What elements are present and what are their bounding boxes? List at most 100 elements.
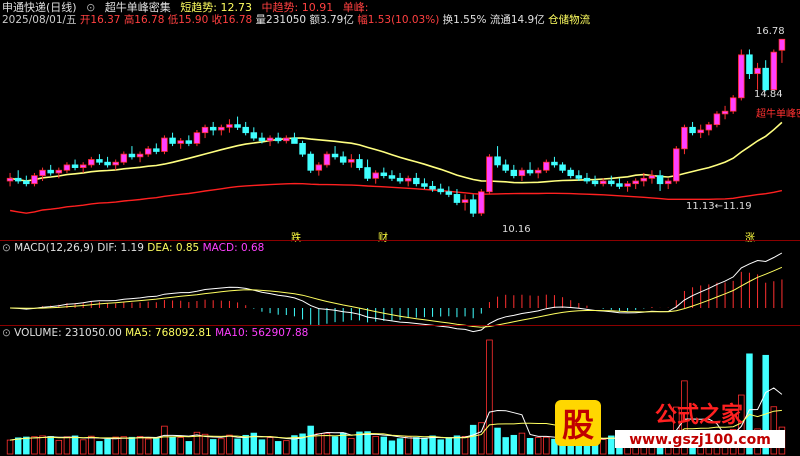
- volume-bar: [218, 438, 225, 455]
- quote-open: 开16.37: [79, 14, 121, 26]
- logo-graphic: 股 公式之家 www.gszj100.com: [555, 400, 785, 448]
- logo-title: 公式之家: [655, 402, 744, 428]
- volume-bar: [258, 439, 266, 455]
- candle-body: [258, 137, 266, 142]
- panel-divider: [0, 325, 800, 326]
- candle-body: [104, 161, 111, 166]
- macd-label[interactable]: MACD(12,26,9): [14, 242, 94, 254]
- volume-bar: [356, 431, 363, 455]
- high-price-label: 16.78: [756, 26, 785, 37]
- candle-body: [128, 153, 136, 158]
- candle-body: [681, 126, 688, 150]
- candle-body: [14, 177, 22, 182]
- volume-bar: [372, 436, 379, 455]
- volume-bar: [421, 437, 428, 455]
- candle-body: [185, 140, 193, 144]
- volume-bar: [112, 436, 119, 455]
- volume-bar: [104, 438, 111, 455]
- candle-body: [364, 167, 371, 179]
- volume-bar: [445, 437, 453, 455]
- volume-bar: [486, 339, 493, 455]
- volume-bar: [348, 438, 355, 455]
- volume-ma5: MA5: 768092.81: [125, 327, 212, 339]
- candle-body: [746, 54, 753, 75]
- volume-bar: [209, 439, 217, 455]
- volume-bar: [144, 438, 152, 455]
- candle-body: [136, 153, 144, 158]
- volume-label[interactable]: VOLUME: 231050.00: [14, 327, 122, 339]
- macd-toggle-icon[interactable]: ⊙: [2, 242, 11, 254]
- candle-body: [323, 153, 331, 166]
- candle-body: [413, 177, 420, 185]
- candle-body: [120, 153, 128, 163]
- macd-dea: DEA: 0.85: [147, 242, 200, 254]
- volume-bar: [226, 434, 233, 455]
- candle-body: [486, 156, 493, 193]
- short-trend: 短趋势: 12.73: [180, 1, 253, 14]
- candle-body: [226, 124, 233, 128]
- candle-body: [689, 126, 696, 134]
- quote-high: 高16.78: [123, 14, 165, 26]
- candle-body: [461, 199, 469, 203]
- volume-bar: [380, 436, 388, 455]
- volume-bar: [364, 431, 371, 455]
- volume-toggle-icon[interactable]: ⊙: [2, 327, 11, 339]
- volume-bar: [526, 438, 534, 455]
- volume-bar: [307, 425, 314, 455]
- candle-body: [339, 156, 347, 163]
- logo-char: 股: [562, 406, 594, 444]
- volume-bar: [502, 437, 509, 455]
- candle-body: [664, 180, 672, 185]
- candle-body: [551, 161, 558, 166]
- dif-line: [10, 252, 783, 333]
- candle-body: [242, 126, 249, 134]
- candle-body: [575, 175, 583, 179]
- price-chart: [6, 38, 786, 455]
- peak-label: 超牛单峰密集: [756, 109, 800, 120]
- volume-bar: [461, 436, 469, 455]
- event-fall-marker[interactable]: 跌: [291, 232, 301, 245]
- candle-body: [705, 124, 713, 131]
- candle-body: [599, 180, 607, 185]
- chevron-down-icon[interactable]: ⊙: [86, 1, 95, 14]
- event-rise-marker[interactable]: 涨: [745, 232, 755, 245]
- candle-body: [31, 175, 38, 185]
- candle-body: [534, 169, 542, 174]
- candle-body: [445, 191, 453, 195]
- candle-body: [112, 161, 119, 166]
- candle-body: [632, 180, 639, 185]
- stock-title[interactable]: 申通快递(日线): [2, 1, 77, 14]
- header-row: 申通快递(日线) ⊙ 超牛单峰密集 短趋势: 12.73 中趋势: 10.91 …: [2, 1, 374, 14]
- ma-yellow-line: [9, 121, 783, 184]
- quote-volume: 量231050: [255, 14, 307, 26]
- site-logo: 股 公式之家 www.gszj100.com: [549, 396, 794, 454]
- candle-body: [567, 169, 574, 177]
- candle-body: [6, 177, 14, 182]
- volume-bar: [274, 441, 282, 455]
- volume-bar: [266, 437, 274, 455]
- volume-bar: [47, 436, 54, 455]
- candle-body: [404, 177, 412, 182]
- candle-body: [39, 169, 46, 177]
- volume-bar: [201, 433, 209, 455]
- ma-red-line: [9, 182, 783, 214]
- candle-body: [88, 159, 95, 166]
- volume-bar: [396, 438, 404, 455]
- volume-bar: [518, 432, 526, 455]
- candle-body: [453, 194, 461, 203]
- volume-bar: [88, 435, 95, 455]
- candle-body: [23, 180, 30, 185]
- volume-bar: [323, 432, 331, 455]
- event-finance-marker[interactable]: 财: [378, 232, 388, 245]
- candle-body: [209, 126, 217, 131]
- candle-body: [153, 148, 160, 152]
- volume-bar: [339, 432, 347, 455]
- volume-bar: [429, 435, 436, 455]
- macd-header: ⊙ MACD(12,26,9) DIF: 1.19 DEA: 0.85 MACD…: [2, 242, 264, 255]
- quote-row: 2025/08/01/五 开16.37 高16.78 低15.90 收16.78…: [2, 14, 590, 27]
- volume-bar: [234, 438, 241, 455]
- candle-body: [55, 169, 63, 174]
- candle-body: [315, 164, 323, 171]
- indicator-name[interactable]: 超牛单峰密集: [105, 1, 171, 14]
- candle-body: [616, 183, 623, 187]
